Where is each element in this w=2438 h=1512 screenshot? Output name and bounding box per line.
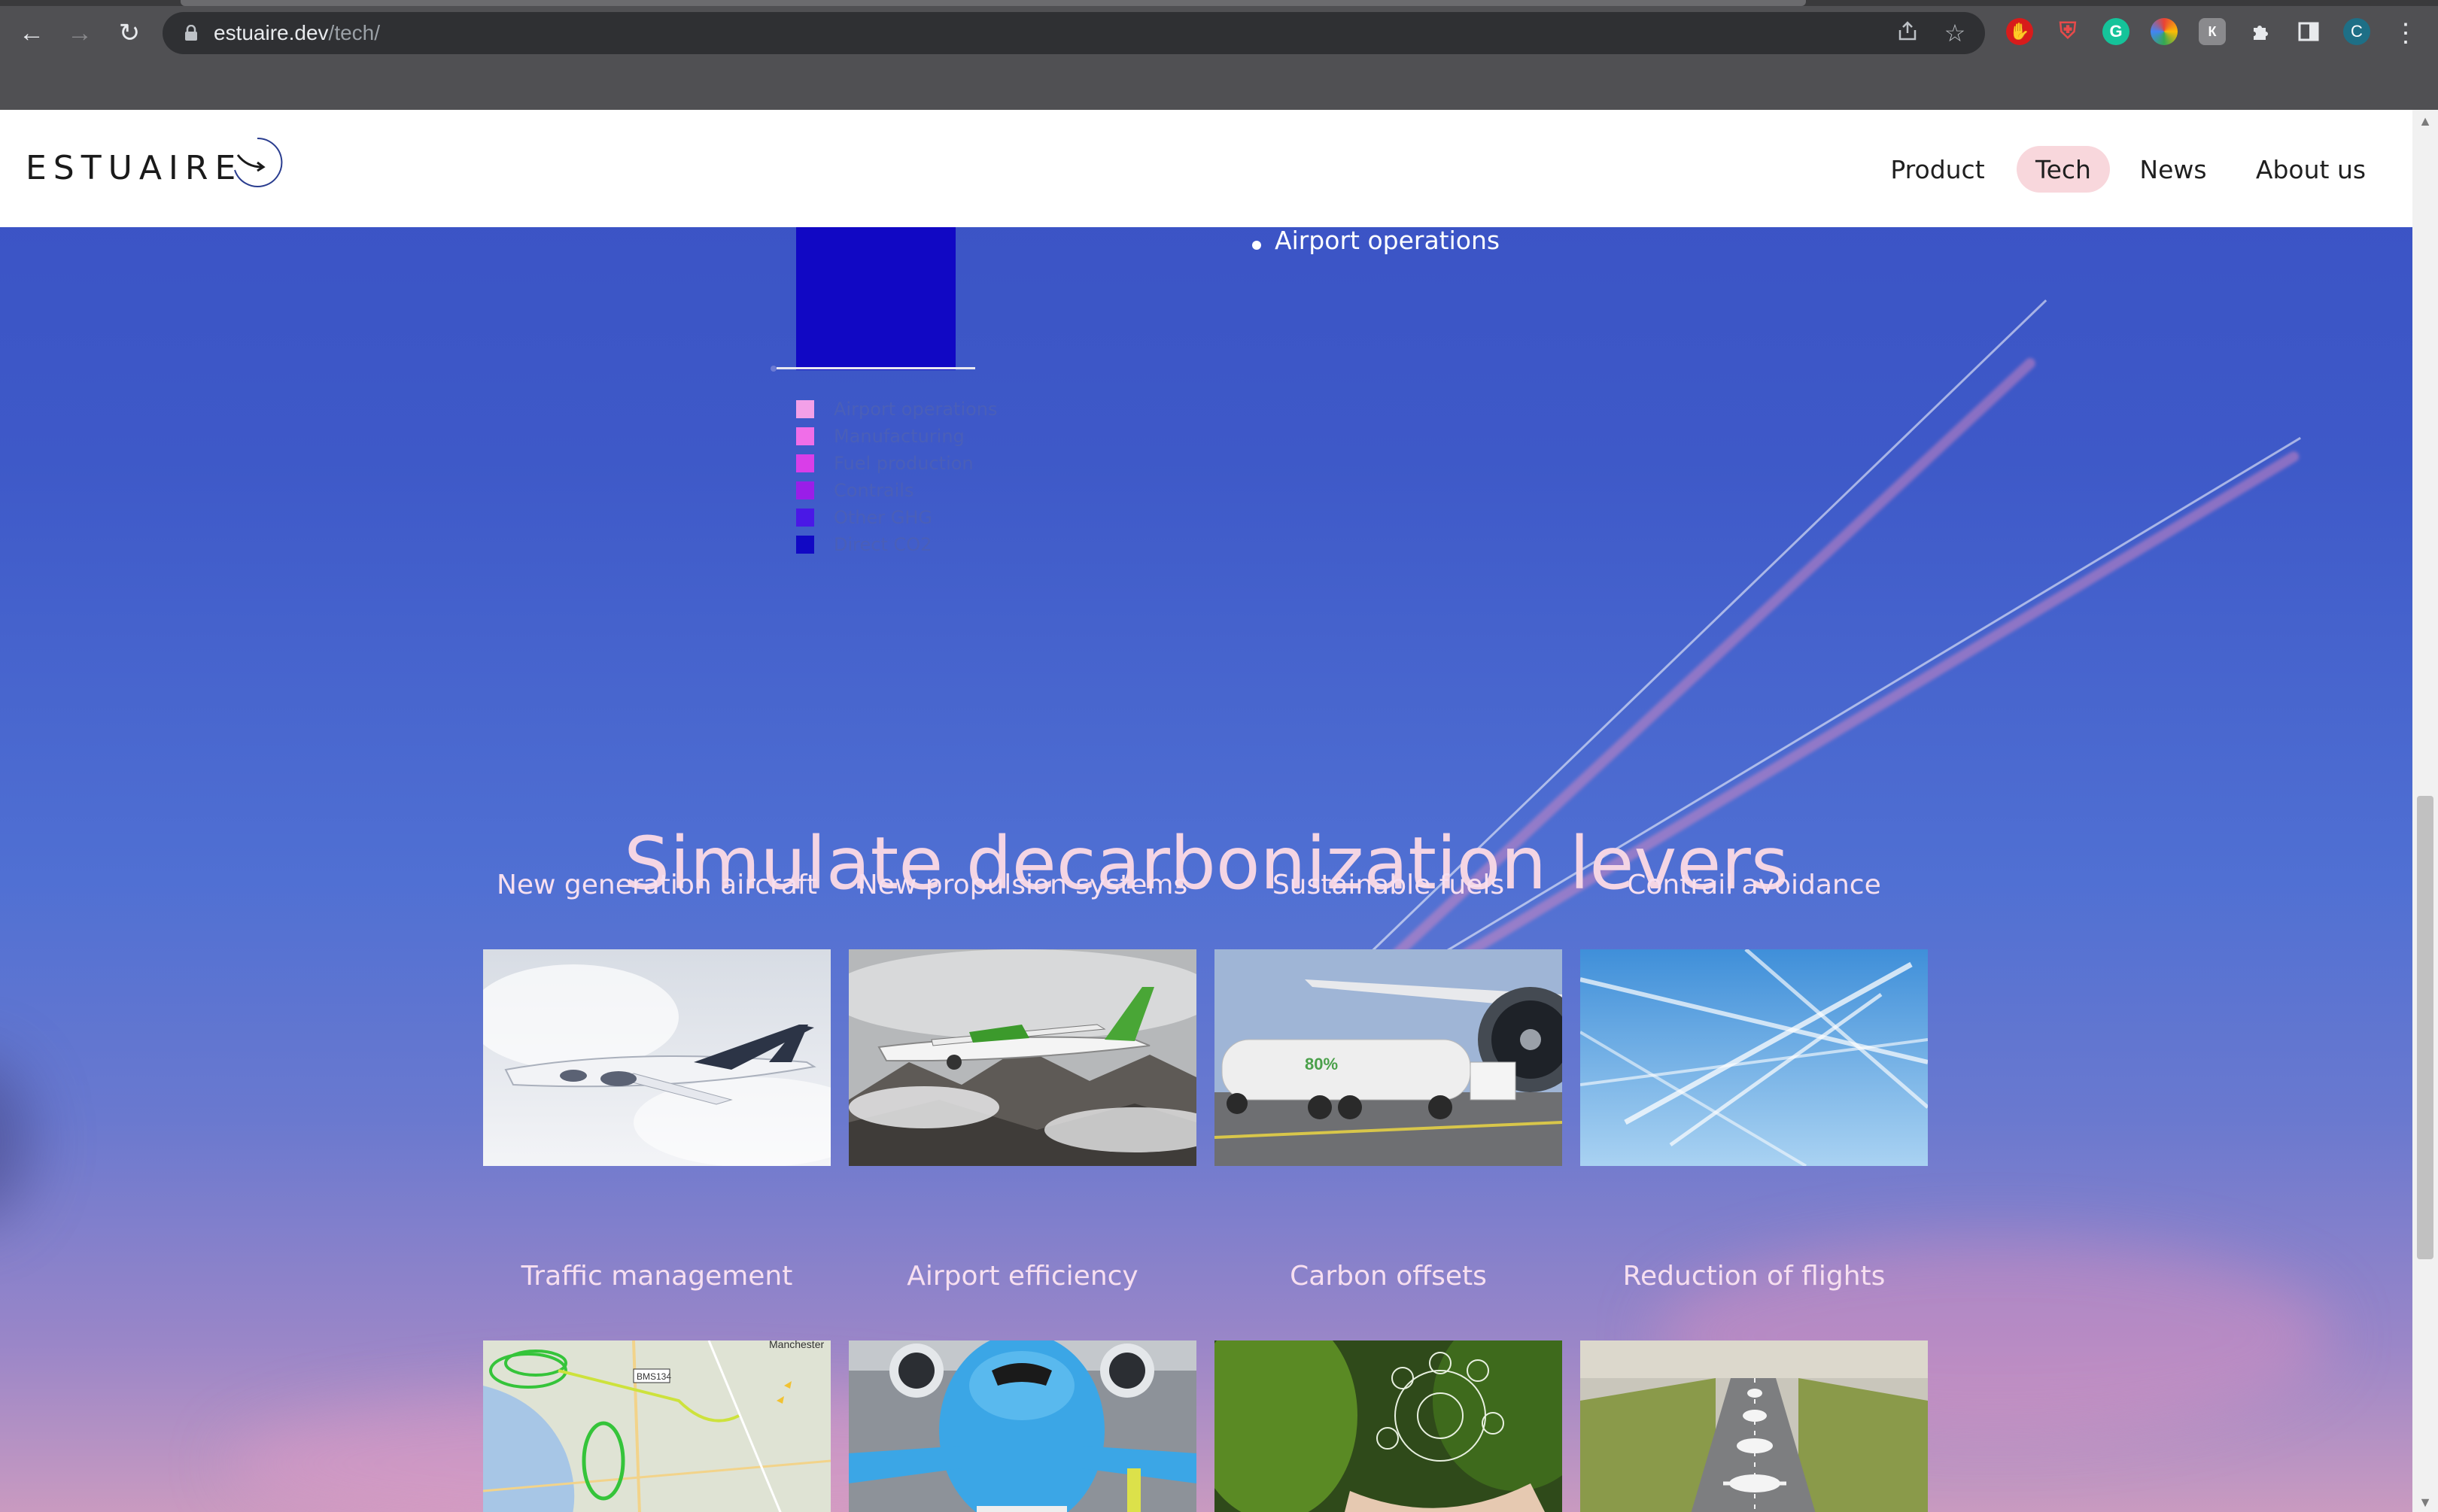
- nav-product[interactable]: Product: [1874, 146, 2002, 193]
- reload-icon[interactable]: ↻: [110, 14, 149, 53]
- bullet-dot: [1252, 241, 1261, 250]
- legend-label: Other GHG: [834, 507, 933, 528]
- legend-swatch: [796, 400, 814, 418]
- side-panel-icon[interactable]: [2295, 18, 2322, 45]
- active-tab[interactable]: [181, 0, 1806, 6]
- lever-title-airport-efficiency: Airport efficiency: [907, 1261, 1138, 1292]
- color-picker-extension-icon[interactable]: [2151, 18, 2178, 45]
- browser-chrome: ← → ↻ estuaire.dev/tech/ ☆ ✋ ⛨ G К C ⋮: [0, 0, 2438, 110]
- back-icon[interactable]: ←: [12, 14, 51, 53]
- url-text[interactable]: estuaire.dev/tech/: [214, 21, 380, 45]
- chart-axis: [777, 367, 975, 369]
- svg-text:80%: 80%: [1305, 1055, 1338, 1073]
- lever-title-new-generation-aircraft: New generation aircraft: [496, 870, 818, 900]
- lever-image-traffic-map[interactable]: BMS134 Manchester: [483, 1340, 831, 1512]
- share-icon[interactable]: [1895, 20, 1922, 47]
- legend-item[interactable]: Airport operations: [796, 399, 998, 420]
- lever-image-contrails[interactable]: [1580, 949, 1928, 1166]
- browser-menu-icon[interactable]: ⋮: [2387, 14, 2424, 53]
- scroll-up-arrow-icon[interactable]: ▲: [2417, 113, 2433, 129]
- chart-axis-dot: [771, 366, 777, 372]
- lever-title-sustainable-fuels: Sustainable fuels: [1272, 870, 1505, 900]
- legend-swatch: [796, 454, 814, 472]
- legend-item[interactable]: Direct CO2: [796, 534, 932, 555]
- lever-image-airport-plane[interactable]: [849, 1340, 1196, 1512]
- forward-icon[interactable]: →: [60, 14, 99, 53]
- legend-label: Direct CO2: [834, 534, 932, 555]
- legend-label: Airport operations: [834, 399, 998, 420]
- svg-text:Manchester: Manchester: [769, 1340, 824, 1350]
- tab-strip: [0, 0, 2438, 6]
- bookmark-star-icon[interactable]: ☆: [1941, 20, 1968, 47]
- svg-text:BMS134: BMS134: [637, 1371, 671, 1382]
- lever-image-aircraft[interactable]: [483, 949, 831, 1166]
- notion-extension-icon[interactable]: К: [2199, 18, 2226, 45]
- legend-item[interactable]: Manufacturing: [796, 426, 965, 447]
- lever-title-contrail-avoidance: Contrail avoidance: [1627, 870, 1881, 900]
- page-viewport: ESTUAIRE Product Tech News About us Airp…: [0, 110, 2412, 1512]
- lever-image-propulsion[interactable]: [849, 949, 1196, 1166]
- site-logo-text[interactable]: ESTUAIRE: [26, 149, 242, 187]
- lever-image-fuel-truck[interactable]: 80%: [1214, 949, 1562, 1166]
- legend-label: Contrails: [834, 480, 914, 501]
- lock-icon[interactable]: [181, 23, 202, 44]
- site-header: ESTUAIRE Product Tech News About us: [0, 110, 2412, 227]
- legend-label: Manufacturing: [834, 426, 965, 447]
- legend-swatch: [796, 427, 814, 445]
- legend-item[interactable]: Contrails: [796, 480, 913, 501]
- lever-image-carbon-hand[interactable]: [1214, 1340, 1562, 1512]
- legend-swatch: [796, 481, 814, 499]
- grammarly-extension-icon[interactable]: G: [2102, 18, 2129, 45]
- bullet-list-item: Airport operations: [1275, 226, 1500, 255]
- lever-title-new-propulsion-systems: New propulsion systems: [857, 870, 1188, 900]
- lever-title-carbon-offsets: Carbon offsets: [1290, 1261, 1487, 1292]
- nav-about-us[interactable]: About us: [2241, 146, 2381, 193]
- nav-news[interactable]: News: [2126, 146, 2220, 193]
- legend-label: Fuel production: [834, 453, 974, 474]
- scrollbar-thumb[interactable]: [2417, 796, 2433, 1259]
- legend-swatch: [796, 536, 814, 554]
- legend-item[interactable]: Other GHG: [796, 507, 932, 528]
- url-domain: estuaire.dev: [214, 21, 329, 44]
- legend-item[interactable]: Fuel production: [796, 453, 974, 474]
- chart-bar-direct-co2: [796, 227, 956, 370]
- shield-extension-icon[interactable]: ⛨: [2054, 18, 2081, 45]
- url-path: /tech/: [328, 21, 381, 44]
- extensions-puzzle-icon[interactable]: [2247, 18, 2274, 45]
- address-bar[interactable]: estuaire.dev/tech/ ☆: [163, 12, 1985, 54]
- background-shadow: [0, 1058, 30, 1223]
- lever-title-reduction-of-flights: Reduction of flights: [1622, 1261, 1886, 1292]
- scroll-down-arrow-icon[interactable]: ▼: [2417, 1494, 2433, 1510]
- lever-image-flight-queue[interactable]: [1580, 1340, 1928, 1512]
- profile-avatar[interactable]: C: [2343, 18, 2370, 45]
- nav-tech[interactable]: Tech: [2017, 146, 2110, 193]
- legend-swatch: [796, 509, 814, 527]
- logo-mark-icon[interactable]: [232, 137, 283, 188]
- adblock-extension-icon[interactable]: ✋: [2006, 18, 2033, 45]
- lever-title-traffic-management: Traffic management: [521, 1261, 793, 1292]
- section-title: Simulate decarbonization levers: [624, 821, 1789, 906]
